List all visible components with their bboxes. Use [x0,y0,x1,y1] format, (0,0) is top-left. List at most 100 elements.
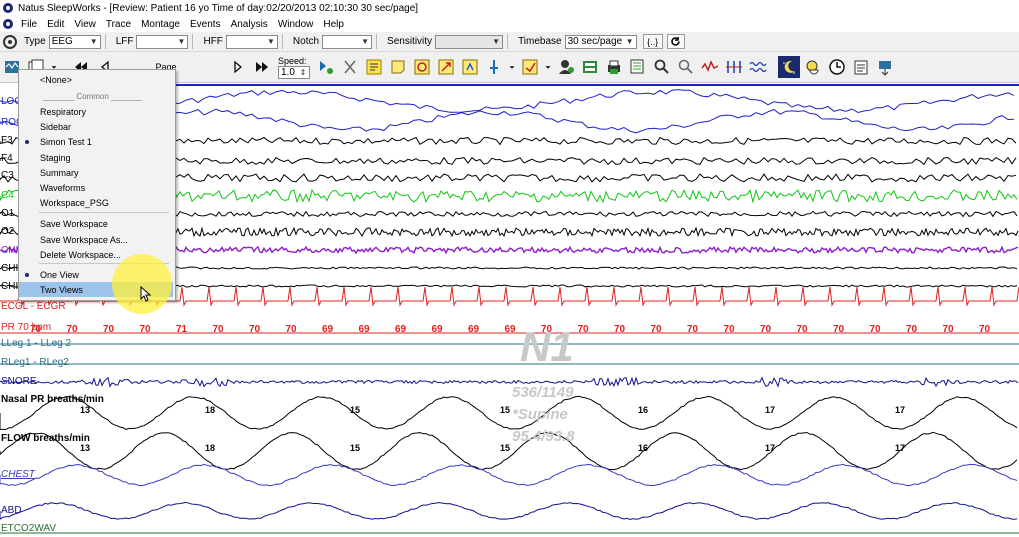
menu-item-label: One View [40,269,79,280]
menu-trace[interactable]: Trace [101,19,136,30]
menu-item[interactable]: Respiratory [19,104,173,119]
window-title: Natus SleepWorks - [Review: Patient 16 y… [18,2,419,14]
menu-item[interactable]: Summary [19,165,173,180]
menu-events[interactable]: Events [185,19,226,30]
channel-label[interactable]: ETCO2WAV [1,523,56,534]
type-select[interactable]: EEG ▼ [48,34,101,49]
channel-label[interactable]: F3 [1,135,13,146]
channel-label[interactable]: O2 [1,226,14,237]
menu-item[interactable]: Waveforms [19,180,173,195]
lff-select[interactable]: ▼ [136,34,189,49]
bookmark-icon[interactable] [459,56,481,78]
search-icon[interactable] [675,56,697,78]
gear-icon[interactable] [2,34,18,50]
clipboard-icon[interactable] [850,56,872,78]
menu-view[interactable]: View [69,19,101,30]
channel-label[interactable]: F4 [1,153,13,164]
menu-item[interactable]: Save Workspace [19,216,173,231]
channel-label[interactable]: O1 [1,208,14,219]
channel-label[interactable]: LLeg 1 - LLeg 2 [1,338,71,349]
channel-label[interactable]: Nasal PR breaths/min [1,394,104,405]
channel-label[interactable]: RLeg1 - RLeg2 [1,357,69,368]
day-mode-icon[interactable] [802,56,824,78]
magnify-icon[interactable] [651,56,673,78]
menu-item[interactable]: Save Workspace As... [19,232,173,247]
channel-label[interactable]: ABD [1,505,22,516]
channel-label[interactable]: FLOW breaths/min [1,433,90,444]
chevron-down-icon[interactable] [543,56,553,78]
highlight-icon[interactable] [519,56,541,78]
arrow-event-icon[interactable] [435,56,457,78]
pulse-rate-value: 70 [833,324,845,335]
channel-label[interactable]: SNORE [1,376,37,387]
menu-edit[interactable]: Edit [42,19,69,30]
channel-label[interactable]: CHI [1,281,18,292]
pulse-rate-value: 70 [103,324,115,335]
timebase-select[interactable]: 30 sec/page ▼ [564,34,637,49]
nasal-rate-value: 17 [765,405,776,415]
menu-item[interactable]: <None> [19,72,173,87]
speed-select[interactable]: 1.0 ⇕ [278,65,310,79]
notes-icon[interactable] [627,56,649,78]
lff-label: LFF [115,36,134,47]
cursor-tool-icon[interactable] [723,56,745,78]
speed-value: 1.0 [281,66,295,78]
night-mode-icon[interactable] [778,56,800,78]
menu-analysis[interactable]: Analysis [226,19,273,30]
pulse-rate-value: 70 [249,324,261,335]
scissors-icon[interactable] [339,56,361,78]
chevron-down-icon[interactable] [507,56,517,78]
flow-rate-value: 15 [500,443,511,453]
channel-label[interactable]: CHI [1,245,18,256]
waveform-measure-icon[interactable] [699,56,721,78]
print-icon[interactable] [603,56,625,78]
menu-item[interactable]: Sidebar [19,119,173,134]
pulse-rate-value: 69 [431,324,443,335]
sticky-note-icon[interactable] [387,56,409,78]
next-page-icon[interactable] [227,56,249,78]
menu-file[interactable]: File [16,19,42,30]
flow-rate-value: 16 [638,443,649,453]
menu-item[interactable]: Staging [19,150,173,165]
bracket-button[interactable]: {..} [642,34,663,49]
channel-label[interactable]: CHI [1,263,18,274]
menu-window[interactable]: Window [273,19,319,30]
epoch-number: 536/1149 [512,384,574,401]
menu-item-label: _______ Common _______ [43,92,143,101]
chevron-down-icon: ▼ [625,37,634,46]
hff-select[interactable]: ▼ [225,34,278,49]
channel-label[interactable]: ECGL - ECGR [1,301,66,312]
menu-item-label: Save Workspace As... [40,234,128,245]
refresh-icon [671,37,680,46]
sensitivity-select[interactable]: ▼ [435,34,504,49]
app-icon [3,3,13,13]
chevron-down-icon: ▼ [266,37,275,46]
pin-icon[interactable] [483,56,505,78]
menu-item[interactable]: Simon Test 1 [19,134,173,149]
app-menu-icon[interactable] [2,18,14,30]
play-icon[interactable] [315,56,337,78]
channel-label[interactable]: C4 [1,190,14,201]
filter-wave-icon[interactable] [747,56,769,78]
pulse-rate-value: 69 [395,324,407,335]
divider [376,34,378,49]
clock-icon[interactable] [826,56,848,78]
channel-label[interactable]: PR 70 bpm [1,322,51,333]
notch-select[interactable]: ▼ [322,34,373,49]
divider [507,34,509,49]
divider [192,34,194,49]
channel-label[interactable]: C3 [1,170,14,181]
menu-item[interactable]: Workspace_PSG [19,195,173,210]
refresh-button[interactable] [666,34,685,49]
menu-montage[interactable]: Montage [136,19,185,30]
sync-icon[interactable] [411,56,433,78]
event-note-icon[interactable] [363,56,385,78]
nasal-rate-value: 15 [350,405,361,415]
export-icon[interactable] [874,56,896,78]
channel-label[interactable]: CHEST [1,469,35,480]
patient-icon[interactable] [555,56,577,78]
menu-help[interactable]: Help [318,19,349,30]
report-icon[interactable] [579,56,601,78]
menu-item-label: Summary [40,167,79,178]
last-page-icon[interactable] [251,56,273,78]
